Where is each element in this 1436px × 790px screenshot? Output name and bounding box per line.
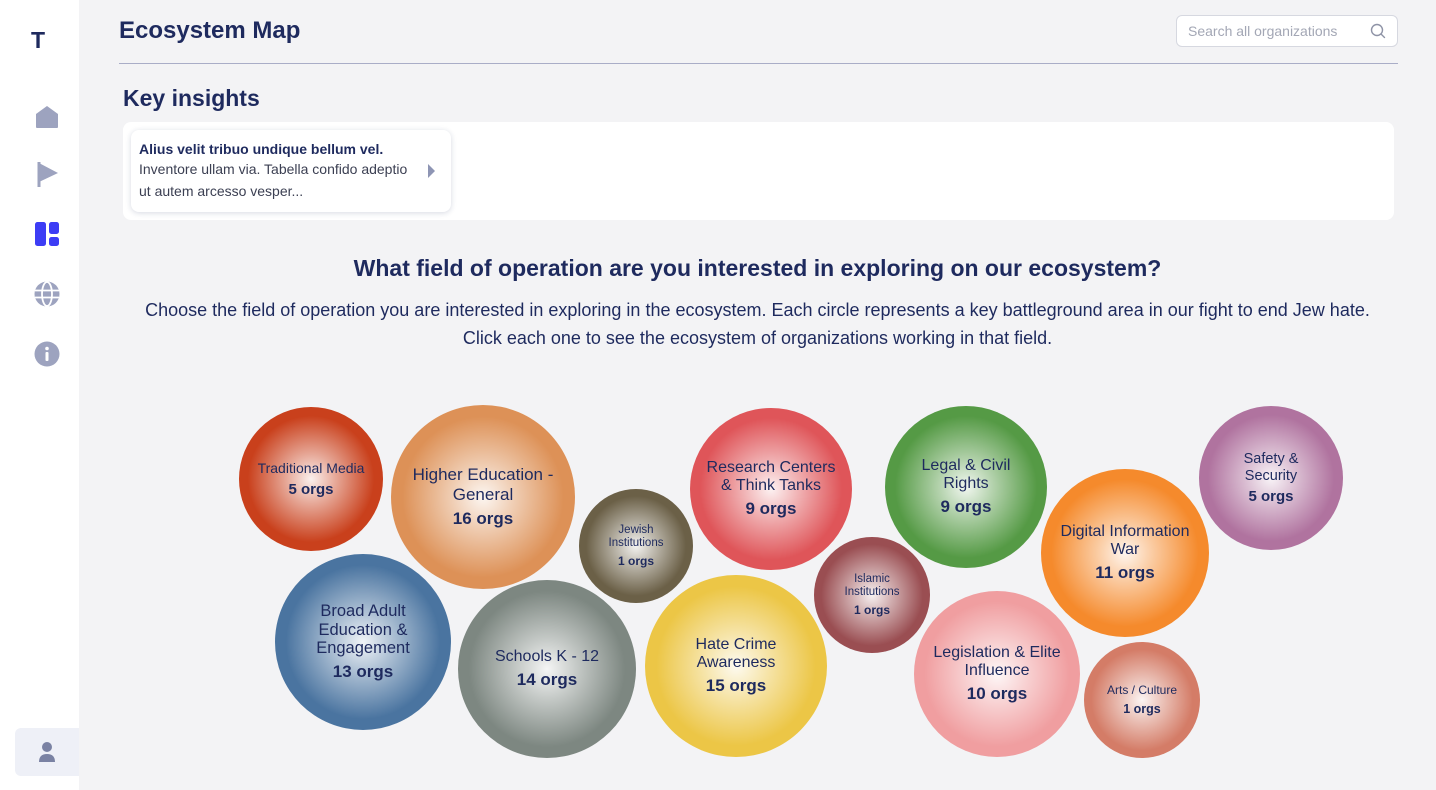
- field-bubble-arts-culture[interactable]: Arts / Culture 1 orgs: [1084, 642, 1200, 758]
- home-icon: [36, 106, 58, 128]
- field-count: 10 orgs: [966, 684, 1028, 704]
- key-insights-panel: Alius velit tribuo undique bellum vel. I…: [123, 122, 1394, 220]
- field-name: Traditional Media: [257, 460, 365, 477]
- header-divider: [119, 63, 1398, 64]
- field-count: 11 orgs: [1095, 563, 1155, 583]
- field-name: Digital Information War: [1060, 522, 1190, 558]
- field-name: Safety & Security: [1243, 450, 1299, 484]
- field-count: 1 orgs: [1123, 701, 1161, 716]
- field-name: Arts / Culture: [1106, 683, 1178, 698]
- dashboard-icon: [35, 222, 59, 246]
- nav-dashboard[interactable]: [30, 217, 64, 251]
- field-name: Broad Adult Education & Engagement: [316, 601, 410, 658]
- nav-globe[interactable]: [30, 277, 64, 311]
- field-count: 1 orgs: [617, 554, 654, 569]
- page-title: Ecosystem Map: [119, 17, 301, 44]
- flag-icon: [37, 162, 58, 187]
- user-icon: [39, 742, 55, 762]
- field-name: Hate Crime Awareness: [695, 635, 777, 671]
- field-bubble-schools-k12[interactable]: Schools K - 12 14 orgs: [458, 580, 636, 758]
- globe-icon: [34, 281, 60, 307]
- explore-question: What field of operation are you interest…: [353, 255, 1162, 281]
- field-name: Islamic Institutions: [844, 572, 900, 598]
- field-bubble-hate-crime-awareness[interactable]: Hate Crime Awareness 15 orgs: [645, 575, 827, 757]
- field-bubble-higher-education[interactable]: Higher Education - General 16 orgs: [391, 405, 575, 589]
- search-box: [1176, 15, 1398, 47]
- field-name: Higher Education - General: [412, 465, 554, 504]
- field-bubble-research-centers[interactable]: Research Centers & Think Tanks 9 orgs: [690, 408, 852, 570]
- field-bubble-legislation-elite-influence[interactable]: Legislation & Elite Influence 10 orgs: [914, 591, 1080, 757]
- field-bubble-islamic-institutions[interactable]: Islamic Institutions 1 orgs: [814, 537, 930, 653]
- user-profile-button[interactable]: [15, 728, 79, 776]
- field-count: 16 orgs: [452, 508, 514, 528]
- insight-card[interactable]: Alius velit tribuo undique bellum vel. I…: [131, 130, 451, 212]
- field-count: 9 orgs: [745, 499, 797, 519]
- field-count: 1 orgs: [853, 603, 890, 618]
- insight-title: Alius velit tribuo undique bellum vel.: [139, 141, 384, 157]
- field-name: Jewish Institutions: [608, 523, 664, 549]
- app-logo: T: [31, 27, 46, 53]
- chevron-right-icon[interactable]: [428, 164, 435, 178]
- field-count: 9 orgs: [940, 497, 992, 517]
- insight-text: Inventore ullam via. Tabella confido ade…: [139, 161, 408, 199]
- search-icon[interactable]: [1370, 23, 1386, 39]
- field-name: Legislation & Elite Influence: [933, 643, 1061, 679]
- field-bubble-broad-adult-education[interactable]: Broad Adult Education & Engagement 13 or…: [275, 554, 451, 730]
- field-count: 5 orgs: [1248, 488, 1294, 506]
- field-count: 14 orgs: [516, 670, 578, 690]
- field-bubble-safety-security[interactable]: Safety & Security 5 orgs: [1199, 406, 1343, 550]
- info-icon: [34, 341, 60, 367]
- field-count: 13 orgs: [332, 662, 394, 682]
- explore-description-line-1: Choose the field of operation you are in…: [145, 300, 1370, 320]
- field-bubble-traditional-media[interactable]: Traditional Media 5 orgs: [239, 407, 383, 551]
- sidebar: T: [0, 0, 79, 790]
- field-name: Legal & Civil Rights: [921, 456, 1011, 492]
- explore-description: Choose the field of operation you are in…: [79, 296, 1436, 352]
- field-name: Research Centers & Think Tanks: [706, 458, 836, 494]
- nav-info[interactable]: [30, 337, 64, 371]
- field-name: Schools K - 12: [494, 647, 600, 665]
- nav-flag[interactable]: [30, 157, 64, 191]
- field-bubble-digital-information-war[interactable]: Digital Information War 11 orgs: [1041, 469, 1209, 637]
- field-bubble-jewish-institutions[interactable]: Jewish Institutions 1 orgs: [579, 489, 693, 603]
- nav-home[interactable]: [30, 100, 64, 134]
- field-count: 15 orgs: [705, 676, 767, 696]
- field-count: 5 orgs: [288, 480, 334, 498]
- field-bubble-legal-civil-rights[interactable]: Legal & Civil Rights 9 orgs: [885, 406, 1047, 568]
- search-input[interactable]: [1177, 16, 1367, 46]
- key-insights-title: Key insights: [123, 85, 260, 111]
- explore-description-line-2: Click each one to see the ecosystem of o…: [462, 328, 1053, 348]
